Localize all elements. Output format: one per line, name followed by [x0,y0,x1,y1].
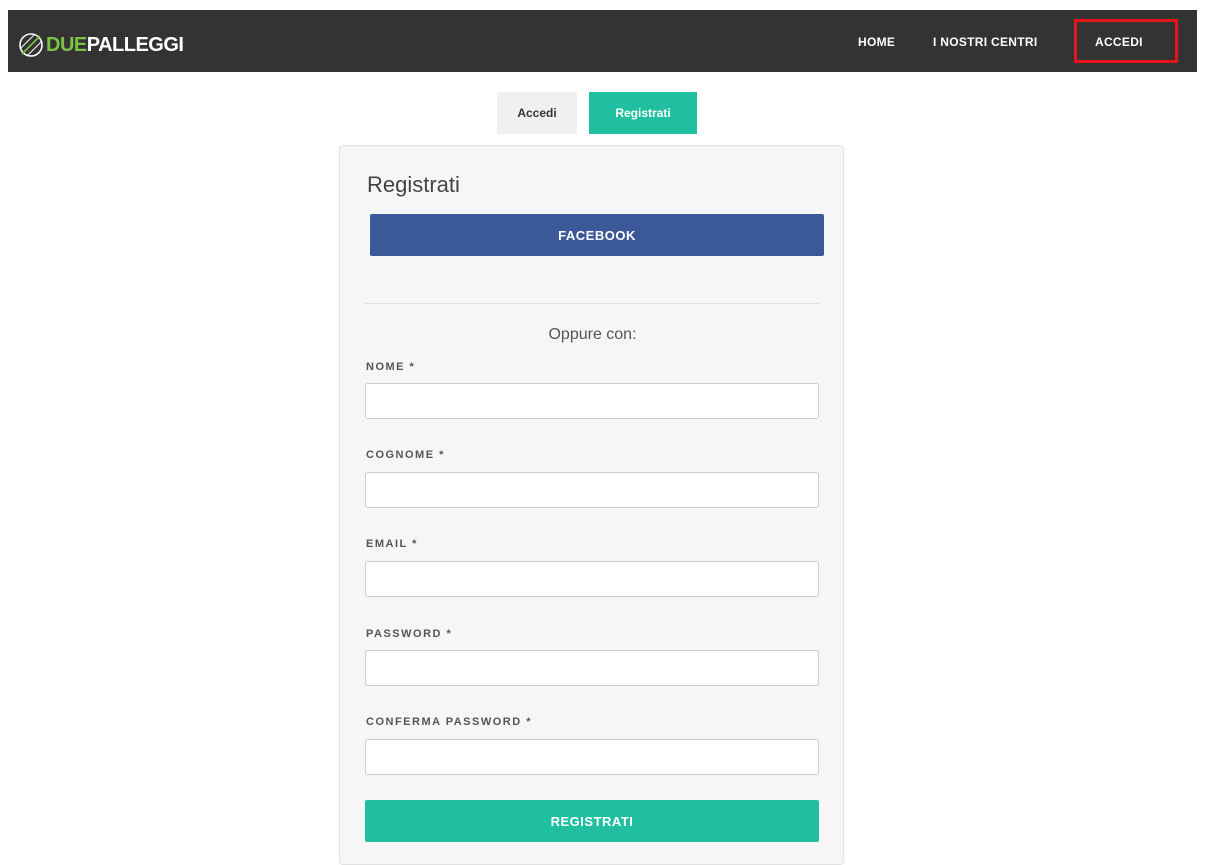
conferma-password-label: CONFERMA PASSWORD * [366,716,532,728]
logo-text-due: DUE [46,34,87,56]
nome-input[interactable] [365,383,819,419]
panel-title: Registrati [367,172,460,197]
cognome-input[interactable] [365,472,819,508]
email-input[interactable] [365,561,819,597]
tab-registrati[interactable]: Registrati [589,92,697,134]
password-input[interactable] [365,650,819,686]
nav-home-link[interactable]: HOME [858,35,895,49]
email-label: EMAIL * [366,538,418,550]
password-label: PASSWORD * [366,628,453,640]
nome-label: NOME * [366,361,416,373]
registrati-submit-button[interactable]: REGISTRATI [365,800,819,842]
cognome-label: COGNOME * [366,449,445,461]
nav-accedi-link[interactable]: ACCEDI [1095,35,1143,49]
facebook-button[interactable]: FACEBOOK [370,214,824,256]
register-panel: Registrati FACEBOOK Oppure con: NOME * C… [339,145,844,865]
auth-tabs: Accedi Registrati [497,92,697,134]
brand-logo[interactable]: DUE PALLEGGI [18,32,184,58]
tennis-racket-icon [19,33,43,57]
nav-centri-link[interactable]: I NOSTRI CENTRI [933,35,1038,49]
tab-accedi[interactable]: Accedi [497,92,577,134]
oppure-text: Oppure con: [548,326,637,343]
divider [365,303,819,304]
logo-text-palleggi: PALLEGGI [86,34,184,56]
top-navbar: DUE PALLEGGI HOME I NOSTRI CENTRI ACCEDI [8,10,1197,72]
conferma-password-input[interactable] [365,739,819,775]
